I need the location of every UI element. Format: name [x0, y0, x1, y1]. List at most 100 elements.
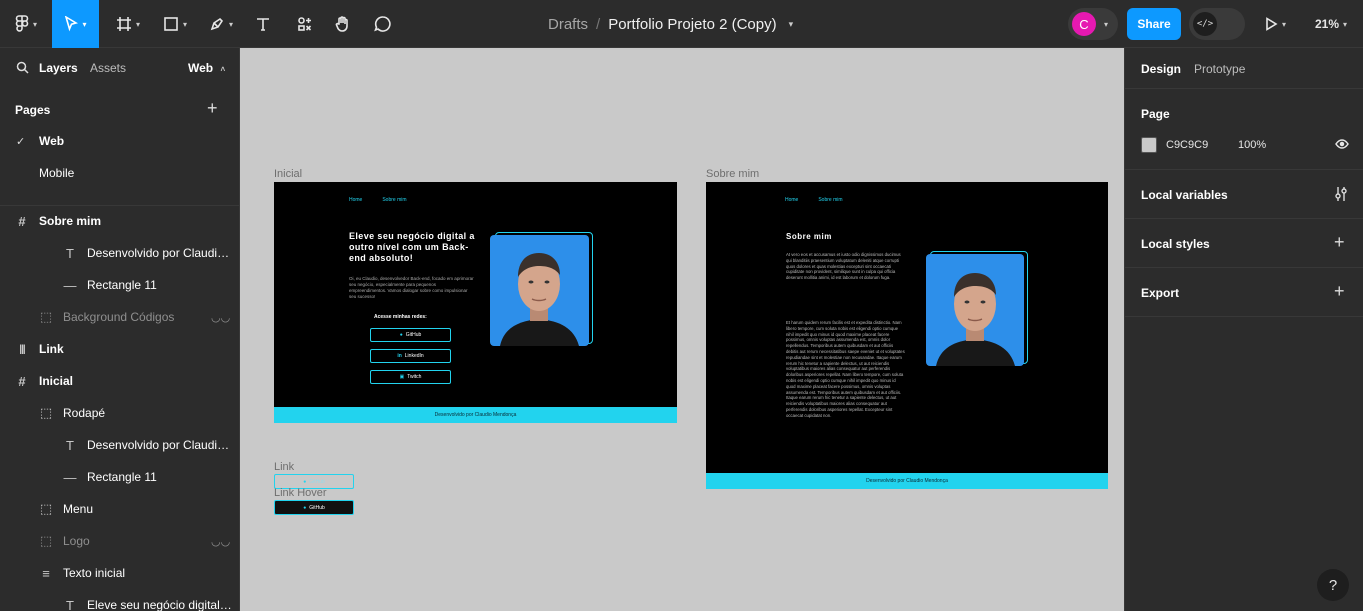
add-export-icon[interactable]: +	[1334, 282, 1345, 300]
add-page-icon[interactable]: +	[207, 99, 218, 117]
layer-item[interactable]: ≡ Texto inicial	[0, 557, 239, 589]
nav-sobre-mim[interactable]: Sobre mim	[818, 197, 842, 203]
chevron-up-icon: ˄	[220, 65, 226, 74]
page-switcher[interactable]: Web ˄	[188, 61, 225, 75]
hidden-eye-icon[interactable]: ◡◡	[211, 311, 230, 324]
page-color-hex[interactable]: C9C9C9	[1166, 139, 1208, 151]
layer-label: Rodapé	[63, 406, 106, 420]
move-tool-button[interactable]: ▾	[52, 0, 99, 48]
frame-label-inicial[interactable]: Inicial	[274, 168, 302, 180]
hand-icon	[335, 16, 348, 32]
frame-icon: #	[18, 213, 26, 229]
twitch-button[interactable]: ▣ Twitch	[370, 370, 451, 384]
page-color-swatch[interactable]	[1141, 137, 1157, 153]
breadcrumb-drafts[interactable]: Drafts	[548, 16, 588, 33]
main-menu-button[interactable]: ▾	[8, 0, 44, 48]
pen-tool-button[interactable]: ▾	[203, 0, 239, 48]
text-icon	[257, 18, 269, 31]
frame-icon	[116, 17, 131, 31]
github-icon: ●	[303, 478, 307, 485]
layer-item[interactable]: T Eleve seu negócio digital ...	[0, 589, 239, 611]
page-item-mobile[interactable]: Mobile	[0, 157, 239, 189]
layers-panel: Layers Assets Web ˄ Pages + ✓ Web Mobile…	[0, 48, 240, 611]
frame-sobre-mim[interactable]: Home Sobre mim Sobre mim At vero eos et …	[706, 182, 1108, 489]
social-label: Twitch	[407, 374, 422, 380]
divider	[1125, 169, 1363, 170]
local-variables-heading[interactable]: Local variables	[1141, 188, 1228, 202]
chevron-down-icon: ▾	[1282, 19, 1287, 29]
component-label-link[interactable]: Link	[274, 461, 294, 473]
linkedin-icon: in	[397, 353, 402, 359]
github-icon: ●	[303, 504, 307, 511]
layer-item[interactable]: # Sobre mim	[0, 205, 239, 237]
breadcrumb-separator: /	[596, 15, 601, 33]
file-name[interactable]: Portfolio Projeto 2 (Copy)	[608, 16, 776, 33]
comment-tool-button[interactable]	[370, 0, 396, 48]
frame-icon: #	[18, 373, 26, 389]
layer-item[interactable]: ⬚ Rodapé	[0, 397, 239, 429]
tab-design[interactable]: Design	[1141, 62, 1181, 76]
export-heading[interactable]: Export	[1141, 286, 1179, 300]
page-opacity[interactable]: 100%	[1238, 139, 1266, 151]
layer-item[interactable]: — Rectangle 11	[0, 269, 239, 301]
line-icon: —	[63, 469, 77, 485]
tab-assets[interactable]: Assets	[90, 61, 126, 75]
github-button[interactable]: ● GitHub	[370, 328, 451, 342]
tab-layers[interactable]: Layers	[39, 61, 78, 75]
canvas[interactable]: Inicial Home Sobre mim Eleve seu negócio…	[240, 48, 1124, 611]
pages-heading: Pages	[15, 103, 51, 117]
nav-home[interactable]: Home	[349, 197, 362, 203]
sliders-icon[interactable]	[1334, 186, 1348, 202]
zoom-menu[interactable]: 21% ▾	[1315, 0, 1347, 48]
nav-menu: Home Sobre mim	[349, 197, 407, 203]
tab-prototype[interactable]: Prototype	[1194, 62, 1245, 76]
layer-label: Inicial	[39, 374, 74, 388]
layer-item[interactable]: # Inicial	[0, 365, 239, 397]
layer-item[interactable]: T Desenvolvido por Claudio...	[0, 429, 239, 461]
layer-item[interactable]: ⬚ Background Códigos ◡◡	[0, 301, 239, 333]
hand-tool-button[interactable]	[330, 0, 356, 48]
multiplayer-avatars[interactable]: C ▾	[1068, 8, 1118, 40]
profile-photo	[926, 254, 1024, 366]
chevron-down-icon: ▾	[135, 19, 140, 29]
local-styles-heading[interactable]: Local styles	[1141, 237, 1210, 251]
chevron-down-icon: ▾	[32, 19, 37, 29]
profile-photo	[490, 235, 589, 346]
search-icon[interactable]	[16, 61, 29, 74]
layer-item[interactable]: ||| Link	[0, 333, 239, 365]
resources-icon	[298, 17, 312, 31]
breadcrumb: Drafts / Portfolio Projeto 2 (Copy) ▾	[548, 0, 793, 48]
dev-mode-toggle[interactable]: </>	[1189, 8, 1245, 40]
layer-item[interactable]: — Rectangle 11	[0, 461, 239, 493]
about-title: Sobre mim	[786, 232, 832, 241]
layer-item[interactable]: ⬚ Menu	[0, 493, 239, 525]
share-button[interactable]: Share	[1127, 8, 1181, 40]
shape-tool-button[interactable]: ▾	[157, 0, 193, 48]
component-link-hover[interactable]: ● GitHub	[274, 500, 354, 515]
eye-icon[interactable]	[1335, 138, 1349, 150]
help-button[interactable]: ?	[1317, 569, 1349, 601]
layer-item[interactable]: ⬚ Logo ◡◡	[0, 525, 239, 557]
nav-home[interactable]: Home	[785, 197, 798, 203]
page-item-web[interactable]: ✓ Web	[0, 125, 239, 157]
frame-tool-button[interactable]: ▾	[110, 0, 146, 48]
hidden-eye-icon[interactable]: ◡◡	[211, 535, 230, 548]
resources-button[interactable]	[292, 0, 318, 48]
twitch-icon: ▣	[399, 374, 405, 380]
divider	[1125, 316, 1363, 317]
frame-inicial[interactable]: Home Sobre mim Eleve seu negócio digital…	[274, 182, 677, 423]
nav-sobre-mim[interactable]: Sobre mim	[382, 197, 406, 203]
present-button[interactable]: ▾	[1264, 0, 1286, 48]
chevron-down-icon[interactable]: ▾	[789, 19, 794, 30]
divider	[1125, 267, 1363, 268]
linkedin-button[interactable]: in LinkedIn	[370, 349, 451, 363]
add-style-icon[interactable]: +	[1334, 233, 1345, 251]
divider	[1125, 88, 1363, 89]
component-label-link-hover[interactable]: Link Hover	[274, 487, 327, 499]
text-tool-button[interactable]	[250, 0, 276, 48]
frame-label-sobre-mim[interactable]: Sobre mim	[706, 168, 759, 180]
about-paragraph-1: At vero eos et accusamus et iusto odio d…	[786, 252, 901, 281]
layer-item[interactable]: T Desenvolvido por Claudio...	[0, 237, 239, 269]
layer-label: Background Códigos	[63, 310, 175, 324]
footer-bar: Desenvolvido por Claudio Mendonça	[274, 407, 677, 423]
